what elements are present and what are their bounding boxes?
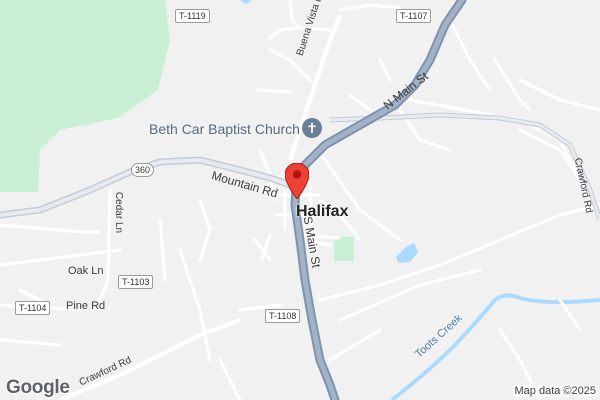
place-label-halifax[interactable]: Halifax — [296, 203, 348, 221]
shield-t1107: T-1107 — [396, 9, 432, 23]
crawford-rd-e-road — [329, 112, 600, 221]
map-base-layer — [0, 0, 600, 400]
pond — [396, 243, 418, 263]
park-area-small — [334, 237, 354, 261]
map-attribution[interactable]: Map data ©2025 — [512, 385, 598, 397]
church-label[interactable]: Beth Car Baptist Church — [149, 121, 300, 137]
church-cross-icon[interactable]: ✝ — [302, 118, 322, 138]
shield-t1119: T-1119 — [175, 9, 210, 23]
pine-rd-label: Pine Rd — [66, 300, 106, 312]
map-canvas[interactable]: Buena Vista Dr N Main St S Main St Mount… — [0, 0, 600, 400]
shield-t1108: T-1108 — [265, 309, 301, 323]
google-logo: Google — [6, 377, 70, 398]
water-top — [240, 0, 252, 4]
shield-360: 360 — [131, 163, 155, 177]
cedar-ln-label: Cedar Ln — [113, 191, 125, 234]
map-marker-icon[interactable] — [285, 163, 309, 199]
oak-ln-label: Oak Ln — [68, 265, 104, 277]
shield-t1104: T-1104 — [15, 301, 51, 315]
shield-t1103: T-1103 — [118, 275, 154, 289]
crawford-rd-sw-road — [59, 318, 241, 400]
